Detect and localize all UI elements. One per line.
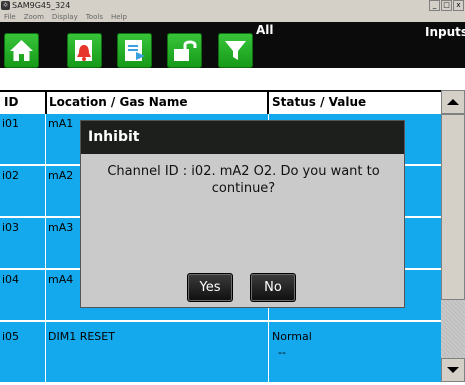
table-header: ID Location / Gas Name Status / Value [0, 90, 441, 116]
column-divider [45, 92, 47, 116]
menu-zoom[interactable]: Zoom [20, 13, 48, 21]
column-divider [267, 92, 269, 116]
home-icon [10, 40, 33, 61]
yes-button[interactable]: Yes [187, 273, 233, 302]
row-name: mA3 [48, 221, 74, 234]
alarm-button[interactable] [67, 33, 102, 68]
dialog-message: Channel ID : i02. mA2 O2. Do you want to… [107, 164, 380, 196]
scroll-down-button[interactable] [441, 358, 465, 382]
inhibit-dialog: Inhibit Channel ID : i02. mA2 O2. Do you… [80, 120, 405, 308]
maximize-button[interactable]: □ [441, 0, 452, 11]
toolbar: All Inputs [0, 22, 465, 68]
unlock-button[interactable] [167, 33, 202, 68]
row-id: i05 [2, 330, 20, 343]
window-controls: _ □ x [429, 0, 464, 11]
no-button[interactable]: No [250, 273, 296, 302]
close-button[interactable]: x [453, 0, 464, 11]
window-title: SAM9G45_324 [12, 1, 71, 10]
filter-button[interactable] [218, 33, 253, 68]
vertical-scrollbar[interactable] [441, 90, 465, 382]
row-status: Normal [272, 330, 312, 343]
menu-tools[interactable]: Tools [82, 13, 107, 21]
arrow-up-icon [447, 99, 459, 105]
unlock-icon [174, 40, 197, 61]
menu-display[interactable]: Display [48, 13, 82, 21]
row-id: i01 [2, 117, 20, 130]
menu-bar: File Zoom Display Tools Help [0, 11, 465, 22]
scroll-thumb[interactable] [441, 114, 465, 300]
alarm-bell-icon [75, 40, 92, 61]
export-document-icon [125, 40, 145, 61]
row-name: mA4 [48, 273, 74, 286]
home-button[interactable] [4, 33, 39, 68]
minimize-button[interactable]: _ [429, 0, 440, 11]
header-status[interactable]: Status / Value [272, 95, 366, 109]
window-titlebar: ☼ SAM9G45_324 _ □ x [0, 0, 465, 11]
row-value: -- [278, 346, 286, 359]
row-id: i04 [2, 273, 20, 286]
filter-icon [225, 41, 246, 60]
row-id: i02 [2, 169, 20, 182]
export-button[interactable] [117, 33, 152, 68]
scroll-up-button[interactable] [441, 90, 465, 114]
row-id: i03 [2, 221, 20, 234]
header-id[interactable]: ID [4, 95, 18, 109]
filter-label: All [256, 23, 274, 37]
row-name: mA2 [48, 169, 74, 182]
arrow-down-icon [447, 367, 459, 373]
menu-file[interactable]: File [0, 13, 20, 21]
menu-help[interactable]: Help [107, 13, 131, 21]
dialog-title: Inhibit [81, 121, 404, 154]
row-name: mA1 [48, 117, 74, 130]
row-name: DIM1 RESET [48, 330, 115, 343]
table-row[interactable]: i05 DIM1 RESET Normal -- [0, 322, 441, 374]
header-location[interactable]: Location / Gas Name [49, 95, 188, 109]
section-label: Inputs [425, 25, 465, 39]
app-icon: ☼ [1, 1, 10, 10]
